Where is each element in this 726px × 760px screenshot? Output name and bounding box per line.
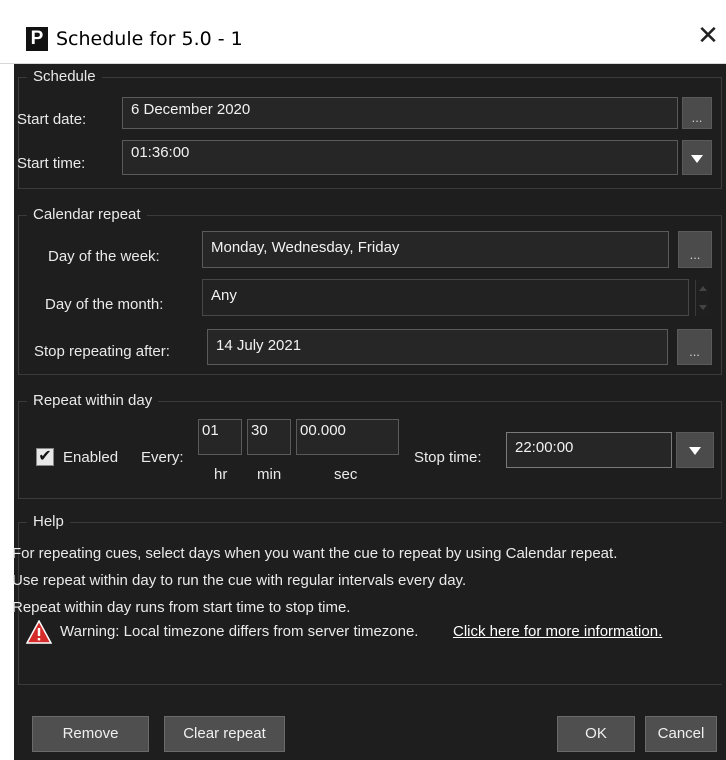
stop-time-field[interactable]: 22:00:00 [506,432,672,468]
every-hours-field[interactable]: 01 [198,419,242,455]
seconds-unit-label: sec [334,466,358,483]
start-date-picker-button[interactable]: ... [682,97,712,129]
start-date-label: Start date: [17,111,87,128]
day-of-month-label: Day of the month: [45,296,164,313]
day-of-week-picker-button[interactable]: ... [678,231,712,268]
spin-down-icon[interactable] [699,305,707,310]
start-time-label: Start time: [17,155,86,172]
start-date-field[interactable]: 6 December 2020 [122,97,678,129]
stop-repeating-picker-button[interactable]: ... [677,329,712,365]
help-line-1: For repeating cues, select days when you… [12,545,618,562]
ok-button[interactable]: OK [557,716,635,752]
start-time-field[interactable]: 01:36:00 [122,140,678,175]
title-bar: P Schedule for 5.0 - 1 ✕ [0,0,726,64]
stop-time-dropdown-button[interactable] [676,432,714,468]
enabled-label: Enabled [63,449,119,466]
remove-button[interactable]: Remove [32,716,149,752]
day-of-month-spinner[interactable] [695,280,709,316]
help-legend: Help [27,513,70,531]
day-of-week-field[interactable]: Monday, Wednesday, Friday [202,231,669,268]
repeat-within-day-legend: Repeat within day [27,392,159,410]
warning-icon [26,620,52,644]
stop-repeating-label: Stop repeating after: [34,343,170,360]
warning-text: Warning: Local timezone differs from ser… [60,623,419,640]
every-seconds-field[interactable]: 00.000 [296,419,399,455]
calendar-repeat-legend: Calendar repeat [27,206,147,224]
spin-up-icon[interactable] [699,286,707,291]
day-of-month-field[interactable]: Any [202,279,689,316]
schedule-legend: Schedule [27,68,102,86]
app-logo-icon: P [26,27,48,51]
help-line-2: Use repeat within day to run the cue wit… [12,572,467,589]
clear-repeat-button[interactable]: Clear repeat [164,716,285,752]
minutes-unit-label: min [257,466,282,483]
start-time-dropdown-button[interactable] [682,140,712,175]
stop-time-label: Stop time: [414,449,482,466]
close-icon[interactable]: ✕ [696,23,720,49]
chevron-down-icon [689,447,701,455]
stop-repeating-field[interactable]: 14 July 2021 [207,329,668,365]
every-label: Every: [141,449,184,466]
day-of-week-label: Day of the week: [48,248,160,265]
schedule-dialog: Schedule Start date: 6 December 2020 ...… [12,64,726,760]
every-minutes-field[interactable]: 30 [247,419,291,455]
chevron-down-icon [691,154,703,163]
more-information-link[interactable]: Click here for more information. [453,623,662,640]
hours-unit-label: hr [214,466,228,483]
help-line-3: Repeat within day runs from start time t… [12,599,351,616]
enabled-checkbox[interactable]: ✔ [36,448,54,466]
cancel-button[interactable]: Cancel [645,716,717,752]
window-title: Schedule for 5.0 - 1 [56,28,243,50]
